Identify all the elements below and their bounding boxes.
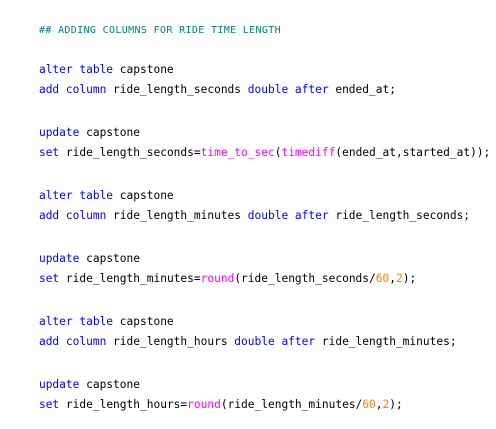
sql-identifier: ride_length_seconds xyxy=(106,83,248,96)
code-line: set ride_length_seconds=time_to_sec(time… xyxy=(12,129,490,159)
sql-keyword: set xyxy=(38,398,60,411)
sql-identifier: (ride_length_minutes/ xyxy=(220,398,363,411)
sql-comment: ## ADDING COLUMNS FOR RIDE TIME LENGTH xyxy=(38,25,282,36)
sql-function: timediff xyxy=(281,146,336,159)
sql-identifier: (ride_length_seconds/ xyxy=(234,272,376,285)
sql-punctuation: , xyxy=(375,398,383,411)
sql-function: round xyxy=(187,398,221,411)
sql-identifier: ride_length_seconds= xyxy=(59,146,201,159)
sql-number: 60 xyxy=(362,398,376,411)
sql-function: time_to_sec xyxy=(200,146,275,159)
sql-identifier: ride_length_minutes xyxy=(106,209,248,222)
code-line: add column ride_length_hours double afte… xyxy=(12,318,457,348)
sql-identifier: ended_at; xyxy=(328,83,396,96)
sql-keyword: add column xyxy=(38,335,107,348)
sql-identifier: ride_length_hours xyxy=(106,335,235,348)
sql-keyword: add column xyxy=(38,83,107,96)
sql-identifier: ride_length_seconds; xyxy=(328,209,471,222)
code-line: update capstone xyxy=(12,235,140,265)
sql-keyword: double after xyxy=(234,335,316,348)
code-line: add column ride_length_seconds double af… xyxy=(12,66,396,96)
code-line: alter table capstone xyxy=(12,172,174,202)
sql-code-editor[interactable]: ## ADDING COLUMNS FOR RIDE TIME LENGTH a… xyxy=(0,0,496,411)
code-line: alter table capstone xyxy=(12,298,174,328)
sql-number: 2 xyxy=(396,272,403,285)
sql-keyword: set xyxy=(38,272,60,285)
sql-identifier: (ended_at,started_at)); xyxy=(335,146,491,159)
sql-keyword: double after xyxy=(247,83,329,96)
sql-function: round xyxy=(200,272,235,285)
code-line: update capstone xyxy=(12,361,140,391)
sql-punctuation: ); xyxy=(402,272,417,285)
sql-identifier: ride_length_hours= xyxy=(59,398,188,411)
sql-keyword: double after xyxy=(247,209,329,222)
sql-keyword: add column xyxy=(38,209,107,222)
code-line: set ride_length_minutes=round(ride_lengt… xyxy=(12,255,416,285)
sql-identifier: ride_length_minutes= xyxy=(59,272,201,285)
code-line: add column ride_length_minutes double af… xyxy=(12,192,470,222)
sql-keyword: set xyxy=(38,146,60,159)
code-line: set ride_length_hours=round(ride_length_… xyxy=(12,381,403,411)
sql-punctuation: ); xyxy=(389,398,403,411)
code-line: alter table capstone xyxy=(12,46,174,76)
code-line-comment: ## ADDING COLUMNS FOR RIDE TIME LENGTH xyxy=(12,6,281,36)
sql-identifier: ride_length_minutes; xyxy=(315,335,457,348)
sql-punctuation: , xyxy=(389,272,396,285)
sql-number: 60 xyxy=(375,272,390,285)
code-line: update capstone xyxy=(12,109,140,139)
